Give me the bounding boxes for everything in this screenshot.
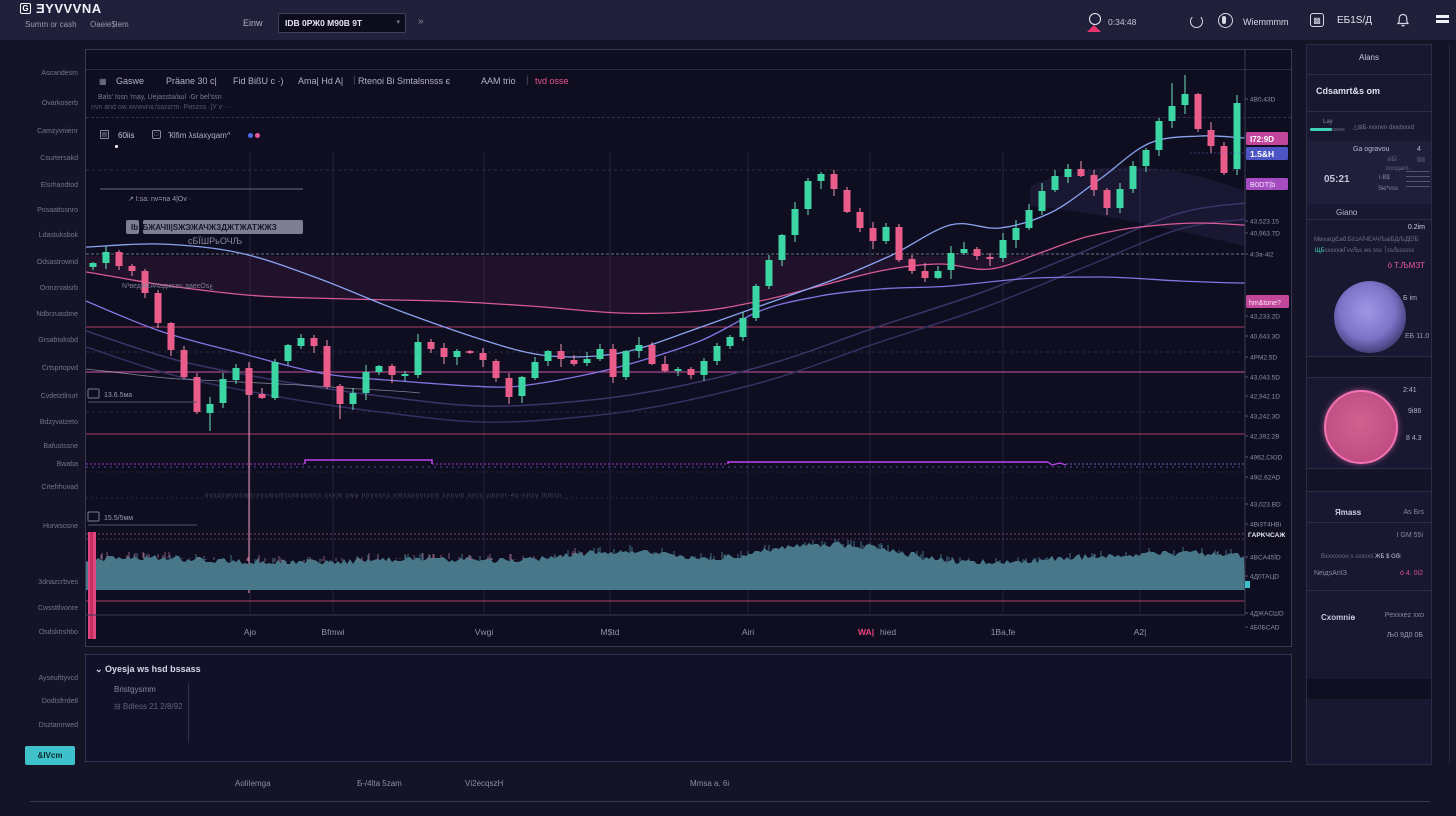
svg-text:hm&tone?: hm&tone? (1249, 300, 1281, 307)
svg-text:43,523.15: 43,523.15 (1250, 219, 1279, 226)
svg-text:43,043.5D: 43,043.5D (1250, 375, 1280, 382)
svg-text:4Д0TAЦD: 4Д0TAЦD (1250, 574, 1279, 581)
svg-text:N¹ведВЕАЧаджсаѕ·даеєӦѕع: N¹ведВЕАЧаджсаѕ·даеєӦѕع (122, 282, 214, 290)
svg-text:1.5&H: 1.5&H (1250, 149, 1274, 159)
svg-text:4Б0БCAD: 4Б0БCAD (1250, 625, 1280, 632)
svg-text:4:3a-4i2: 4:3a-4i2 (1250, 252, 1274, 259)
svg-text:43,242.3D: 43,242.3D (1250, 414, 1280, 421)
svg-text:15.5/5мм: 15.5/5мм (104, 515, 133, 522)
svg-text:nvsdswvnnwnrnvsmsmrsnnsnnnn nv: nvsdswvnnwnrnvsmsmrsnnsnnnn nvvm swa nnv… (205, 493, 562, 499)
svg-text:I72:9D: I72:9D (1250, 135, 1274, 144)
svg-text:42,942.1D: 42,942.1D (1250, 394, 1280, 401)
svg-text:40,963.7D: 40,963.7D (1250, 231, 1280, 238)
svg-text:A2|: A2| (1134, 627, 1147, 637)
svg-text:↗ I:sa: nv=na 4|Ov ·: ↗ I:sa: nv=na 4|Ov · (128, 196, 191, 203)
svg-text:Airi: Airi (742, 627, 754, 637)
svg-text:WA|: WA| (858, 627, 874, 637)
svg-text:4962,CЮD: 4962,CЮD (1250, 455, 1283, 462)
svg-text:4BCA45ЇD: 4BCA45ЇD (1250, 554, 1281, 562)
svg-text:49i2,62AD: 49i2,62AD (1250, 475, 1281, 482)
svg-text:4ДЖACШD: 4ДЖACШD (1250, 611, 1284, 618)
svg-text:4Bi3T4HBi: 4Bi3T4HBi (1250, 522, 1281, 529)
svg-text:Bfmwi: Bfmwi (321, 627, 344, 637)
svg-text:43,233.2D: 43,233.2D (1250, 314, 1280, 321)
svg-text:4B0,43D: 4B0,43D (1250, 97, 1276, 104)
svg-text:4PM2.5D: 4PM2.5D (1250, 355, 1277, 362)
svg-text:M$td: M$td (601, 627, 620, 637)
svg-text:ГAPKЧCAЖ: ГAPKЧCAЖ (1248, 532, 1285, 539)
svg-text:B0DT|b: B0DT|b (1250, 180, 1275, 189)
svg-text:hied: hied (880, 627, 896, 637)
svg-text:Ajo: Ajo (244, 627, 257, 637)
svg-text:13.6.5ма: 13.6.5ма (104, 392, 132, 399)
svg-text:1Ba,fe: 1Ba,fe (991, 627, 1016, 637)
svg-text:43,023.BD: 43,023.BD (1250, 502, 1281, 509)
svg-text:Vwgi: Vwgi (475, 627, 494, 637)
svg-text:42,392.2B: 42,392.2B (1250, 434, 1280, 441)
svg-text:ϲБЇШРьОЧЉ: ϲБЇШРьОЧЉ (188, 236, 243, 246)
svg-text:Ib БЖАЧII|ЅЖЭЖАЧЖЗДЖТЖАТЖЖЗ: Ib БЖАЧII|ЅЖЭЖАЧЖЗДЖТЖАТЖЖЗ (131, 223, 277, 232)
svg-text:40,643.3D: 40,643.3D (1250, 334, 1280, 341)
